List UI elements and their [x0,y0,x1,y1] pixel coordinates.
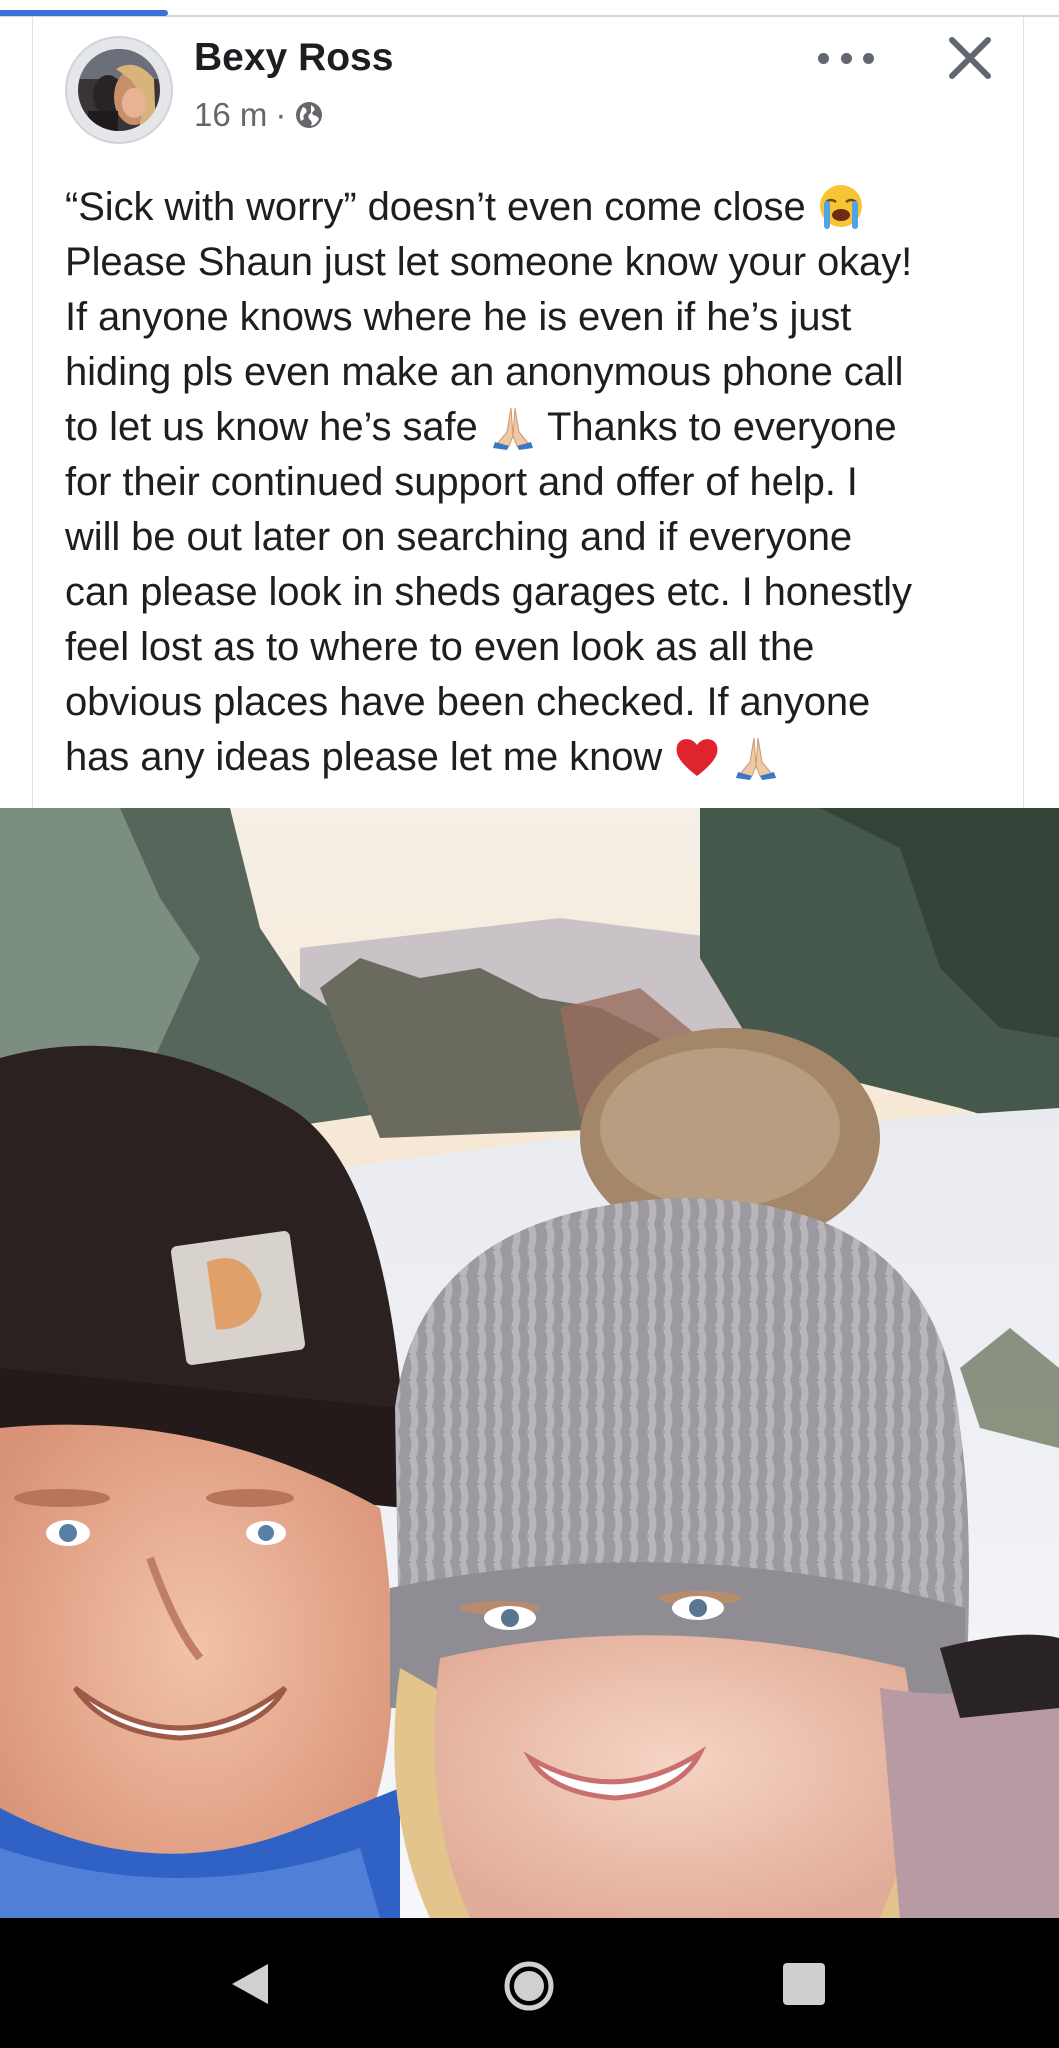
author-avatar[interactable] [65,36,173,144]
post-text-line: will be out later on searching and if ev… [65,515,852,559]
home-circle-icon[interactable] [503,1960,555,2012]
more-options-icon[interactable] [818,40,874,76]
post-meta: 16 m · [194,96,324,134]
folded-hands-icon [736,738,777,781]
loading-progress-bar [0,10,168,16]
author-name[interactable]: Bexy Ross [194,36,393,80]
post-text-line: can please look in sheds garages etc. I … [65,570,912,614]
recents-square-icon[interactable] [783,1963,825,2005]
red-heart-icon [676,739,718,777]
loudly-crying-face-icon [819,185,862,230]
folded-hands-icon [492,408,533,451]
close-icon[interactable] [944,32,996,84]
back-triangle-icon[interactable] [228,1960,272,2008]
post-text: “Sick with worry” doesn’t even come clos… [65,180,1025,785]
globe-icon [296,102,323,128]
post-text-line: Please Shaun just let someone know your … [65,240,913,284]
meta-separator: · [275,96,287,133]
post-text-line: hiding pls even make an anonymous phone … [65,350,904,394]
post-text-line: feel lost as to where to even look as al… [65,625,815,669]
post-photo[interactable] [0,808,1059,1918]
post-text-line: If anyone knows where he is even if he’s… [65,295,852,339]
post-text-line: for their continued support and offer of… [65,460,858,504]
post-text-line: has any ideas please let me know [65,730,1025,785]
post-text-line: obvious places have been checked. If any… [65,680,871,724]
post-text-line: “Sick with worry” doesn’t even come clos… [65,180,1025,235]
post-time[interactable]: 16 m [194,96,267,134]
avatar-photo [78,49,160,131]
post-text-line: to let us know he’s safe Thanks to every… [65,400,1025,455]
